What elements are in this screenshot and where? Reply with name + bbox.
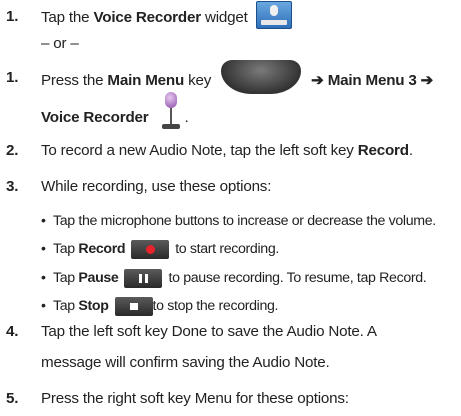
step-number: 3. — [6, 178, 19, 195]
step-text: While recording, use these options: — [41, 178, 272, 195]
step-text: message will confirm saving the Audio No… — [41, 354, 330, 371]
bullet-text: to start recording. — [175, 241, 279, 257]
menu-path: ➔ Main Menu 3 ➔ — [311, 72, 434, 90]
step-text: Tap the left soft key Done to save the A… — [41, 323, 377, 340]
stop-icon — [114, 296, 153, 316]
step-number: 2. — [6, 142, 19, 159]
step-keyword: Voice Recorder — [41, 109, 149, 127]
step-text: Press the right soft key Menu for these … — [41, 390, 349, 407]
record-icon — [131, 239, 170, 259]
bullet-keyword: Stop — [78, 298, 109, 314]
bullet-keyword: Pause — [78, 270, 119, 286]
step-text: widget — [200, 9, 248, 27]
step-text: To record a new Audio Note, tap the left… — [41, 142, 358, 159]
microphone-app-icon — [157, 92, 185, 134]
step-number: 1. — [6, 69, 19, 86]
step-number: 1. — [6, 8, 19, 25]
bullet-text: Tap the microphone buttons to increase o… — [53, 213, 436, 229]
bullet-text: to pause recording. To resume, tap Recor… — [168, 270, 427, 286]
bullet-text: to stop the recording. — [152, 298, 279, 314]
bullet-keyword: Record — [78, 241, 126, 257]
step-number: 4. — [6, 323, 19, 340]
step-keyword: Main Menu — [107, 72, 185, 90]
step-text: key — [184, 72, 212, 90]
step-text: Press the — [41, 72, 108, 90]
step-text: Tap the — [41, 9, 94, 27]
pause-icon — [124, 268, 163, 288]
instruction-page: 1. Tap the Voice Recorder widget – or – … — [0, 0, 461, 416]
step-keyword: Voice Recorder — [93, 9, 201, 27]
voice-recorder-widget-icon — [255, 1, 292, 29]
step-keyword: Record — [357, 142, 409, 159]
main-menu-key-icon — [221, 60, 302, 94]
step-number: 5. — [6, 390, 19, 407]
